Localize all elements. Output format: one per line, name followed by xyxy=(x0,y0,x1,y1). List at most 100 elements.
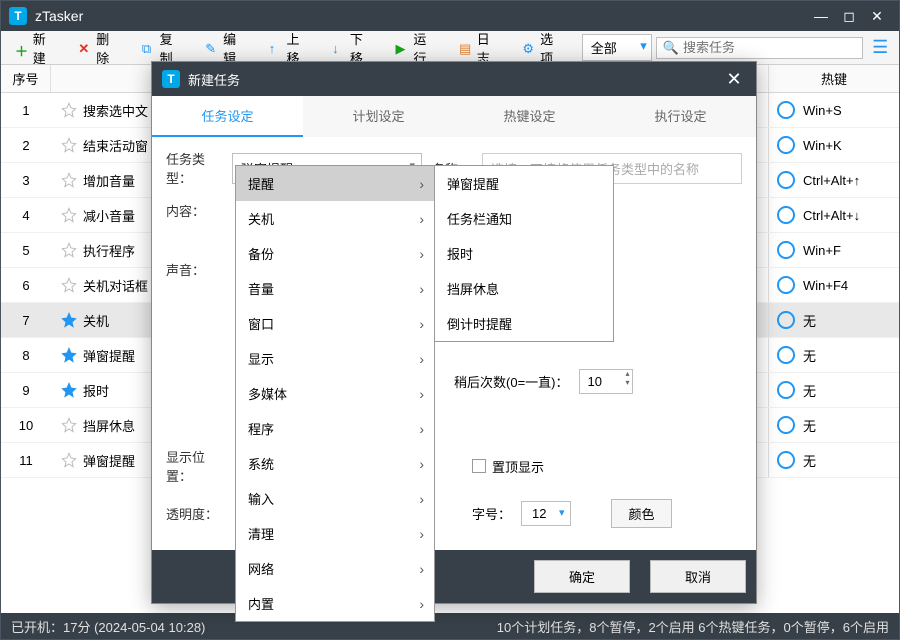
minimize-button[interactable]: — xyxy=(807,6,835,26)
label-type: 任务类型： xyxy=(166,149,222,187)
star-icon[interactable] xyxy=(61,312,77,328)
tab-hotkey[interactable]: 热键设定 xyxy=(454,96,605,137)
app-title: zTasker xyxy=(35,8,807,24)
menu-item[interactable]: 音量 xyxy=(236,271,434,306)
star-icon[interactable] xyxy=(61,382,77,398)
task-name: 关机对话框 xyxy=(83,276,148,295)
label-content: 内容： xyxy=(166,201,222,220)
pencil-icon: ✎ xyxy=(205,41,219,55)
star-icon[interactable] xyxy=(61,102,77,118)
dialog-close-button[interactable]: ✕ xyxy=(722,69,746,90)
task-name: 关机 xyxy=(83,311,109,330)
menu-item[interactable]: 内置 xyxy=(236,586,434,621)
toggle-icon[interactable] xyxy=(777,241,795,259)
menu-item[interactable]: 网络 xyxy=(236,551,434,586)
row-index: 1 xyxy=(1,93,51,127)
app-logo-icon: T xyxy=(9,7,27,25)
new-button[interactable]: ＋新建 xyxy=(7,25,66,71)
row-index: 7 xyxy=(1,303,51,337)
hotkey-text: Win+K xyxy=(803,138,842,153)
star-icon[interactable] xyxy=(61,347,77,363)
star-icon[interactable] xyxy=(61,452,77,468)
menu-item[interactable]: 系统 xyxy=(236,446,434,481)
plus-icon: ＋ xyxy=(15,41,29,55)
col-index: 序号 xyxy=(1,65,51,92)
type-submenu: 弹窗提醒任务栏通知报时挡屏休息倒计时提醒 xyxy=(434,165,614,342)
menu-item[interactable]: 输入 xyxy=(236,481,434,516)
list-view-button[interactable]: ☰ xyxy=(867,35,893,61)
task-name: 搜索选中文 xyxy=(83,101,148,120)
task-name: 弹窗提醒 xyxy=(83,346,135,365)
menu-item[interactable]: 多媒体 xyxy=(236,376,434,411)
menu-item[interactable]: 备份 xyxy=(236,236,434,271)
delay-count-spinner[interactable]: 10 xyxy=(579,369,633,394)
close-button[interactable]: ✕ xyxy=(863,6,891,26)
type-menu: 提醒关机备份音量窗口显示多媒体程序系统输入清理网络内置 xyxy=(235,165,435,622)
menu-item[interactable]: 窗口 xyxy=(236,306,434,341)
toggle-icon[interactable] xyxy=(777,136,795,154)
star-icon[interactable] xyxy=(61,207,77,223)
submenu-item[interactable]: 倒计时提醒 xyxy=(435,306,613,341)
checkbox-icon xyxy=(472,459,486,473)
menu-item[interactable]: 提醒 xyxy=(236,166,434,201)
toggle-icon[interactable] xyxy=(777,381,795,399)
up-arrow-icon: ↑ xyxy=(269,41,283,55)
task-name: 弹窗提醒 xyxy=(83,451,135,470)
submenu-item[interactable]: 弹窗提醒 xyxy=(435,166,613,201)
row-index: 11 xyxy=(1,443,51,477)
toggle-icon[interactable] xyxy=(777,311,795,329)
ok-button[interactable]: 确定 xyxy=(534,560,630,593)
hotkey-text: 无 xyxy=(803,346,816,365)
status-left: 已开机：17分 (2024-05-04 10:28) xyxy=(11,617,205,636)
hotkey-text: 无 xyxy=(803,416,816,435)
color-button[interactable]: 颜色 xyxy=(611,499,671,528)
font-size-combo[interactable]: 12 xyxy=(521,501,571,526)
tab-task[interactable]: 任务设定 xyxy=(152,96,303,137)
search-box[interactable]: 🔍 xyxy=(656,37,864,59)
x-icon: ✕ xyxy=(78,41,92,55)
menu-item[interactable]: 关机 xyxy=(236,201,434,236)
menu-item[interactable]: 清理 xyxy=(236,516,434,551)
hotkey-text: Win+F4 xyxy=(803,278,848,293)
maximize-button[interactable]: ◻ xyxy=(835,6,863,26)
menu-item[interactable]: 程序 xyxy=(236,411,434,446)
topmost-check[interactable]: 置顶显示 xyxy=(472,457,544,476)
row-index: 8 xyxy=(1,338,51,372)
col-hotkey: 热键 xyxy=(769,65,899,92)
star-icon[interactable] xyxy=(61,137,77,153)
star-icon[interactable] xyxy=(61,172,77,188)
toggle-icon[interactable] xyxy=(777,276,795,294)
tab-exec[interactable]: 执行设定 xyxy=(605,96,756,137)
hotkey-text: 无 xyxy=(803,451,816,470)
toggle-icon[interactable] xyxy=(777,346,795,364)
toggle-icon[interactable] xyxy=(777,451,795,469)
search-input[interactable] xyxy=(683,40,859,55)
delete-button[interactable]: ✕删除 xyxy=(70,25,129,71)
menu-item[interactable]: 显示 xyxy=(236,341,434,376)
label-font: 字号： xyxy=(472,504,511,523)
cancel-button[interactable]: 取消 xyxy=(650,560,746,593)
label-sound: 声音： xyxy=(166,260,222,279)
star-icon[interactable] xyxy=(61,277,77,293)
submenu-item[interactable]: 报时 xyxy=(435,236,613,271)
toggle-icon[interactable] xyxy=(777,171,795,189)
label-pos: 显示位置： xyxy=(166,447,222,485)
toggle-icon[interactable] xyxy=(777,416,795,434)
task-name: 增加音量 xyxy=(83,171,135,190)
submenu-item[interactable]: 任务栏通知 xyxy=(435,201,613,236)
hotkey-text: Ctrl+Alt+↓ xyxy=(803,208,860,223)
toggle-icon[interactable] xyxy=(777,101,795,119)
star-icon[interactable] xyxy=(61,242,77,258)
tab-schedule[interactable]: 计划设定 xyxy=(303,96,454,137)
down-arrow-icon: ↓ xyxy=(332,41,346,55)
hotkey-text: 无 xyxy=(803,381,816,400)
task-name: 结束活动窗 xyxy=(83,136,148,155)
filter-select[interactable]: 全部 xyxy=(582,34,652,61)
row-index: 5 xyxy=(1,233,51,267)
toggle-icon[interactable] xyxy=(777,206,795,224)
submenu-item[interactable]: 挡屏休息 xyxy=(435,271,613,306)
copy-icon: ⧉ xyxy=(142,41,156,55)
gear-icon: ⚙ xyxy=(522,41,536,55)
star-icon[interactable] xyxy=(61,417,77,433)
dialog-logo-icon: T xyxy=(162,70,180,88)
